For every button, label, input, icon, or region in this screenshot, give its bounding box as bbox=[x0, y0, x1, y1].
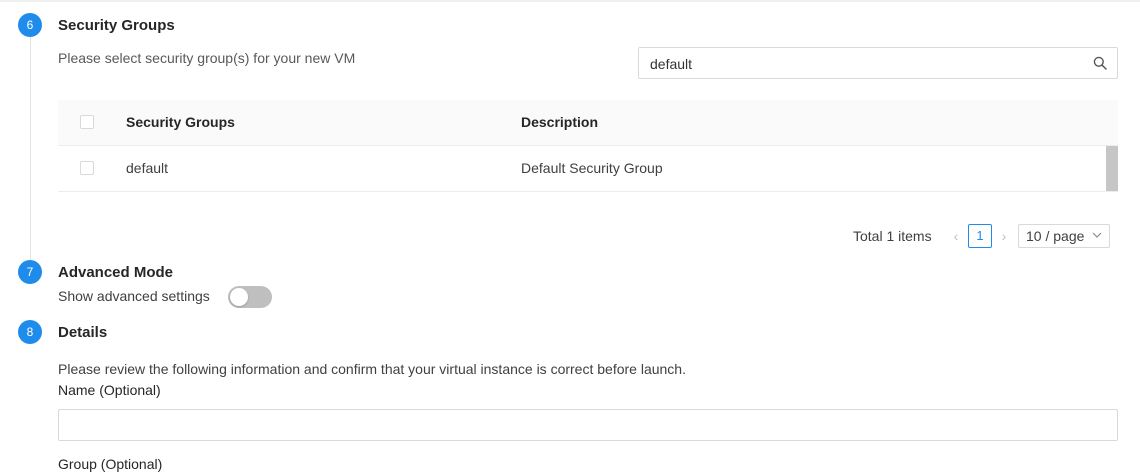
security-groups-table: Security Groups Description default Defa… bbox=[58, 100, 1118, 192]
step-number-6: 6 bbox=[18, 13, 42, 37]
pagination-total: Total 1 items bbox=[853, 228, 932, 244]
group-field-label: Group (Optional) bbox=[58, 456, 163, 472]
page-size-select[interactable]: 10 / page bbox=[1018, 224, 1110, 248]
table-row[interactable]: default Default Security Group bbox=[58, 146, 1118, 192]
page-size-value: 10 / page bbox=[1026, 228, 1085, 244]
step-number-7: 7 bbox=[18, 260, 42, 284]
search-value: default bbox=[650, 56, 693, 72]
pagination-page-1[interactable]: 1 bbox=[968, 224, 992, 248]
step-title-advanced-mode: Advanced Mode bbox=[58, 264, 174, 281]
table-header: Security Groups Description bbox=[58, 100, 1118, 146]
step-number-8: 8 bbox=[18, 320, 42, 344]
step-rail bbox=[30, 37, 31, 260]
security-groups-hint: Please select security group(s) for your… bbox=[58, 50, 356, 66]
search-icon[interactable] bbox=[1093, 56, 1107, 70]
cell-security-group-name: default bbox=[126, 160, 169, 176]
chevron-down-icon bbox=[1092, 232, 1102, 238]
row-checkbox[interactable] bbox=[80, 161, 94, 175]
select-all-checkbox[interactable] bbox=[80, 115, 94, 129]
column-header-description: Description bbox=[521, 114, 599, 130]
name-field-label: Name (Optional) bbox=[58, 382, 161, 398]
cell-description: Default Security Group bbox=[521, 160, 663, 176]
advanced-settings-toggle[interactable] bbox=[228, 286, 272, 308]
chevron-left-icon[interactable]: ‹ bbox=[949, 224, 963, 248]
advanced-settings-label: Show advanced settings bbox=[58, 288, 210, 304]
step-title-details: Details bbox=[58, 324, 108, 341]
table-scrollbar[interactable] bbox=[1106, 146, 1118, 191]
column-header-security-groups: Security Groups bbox=[126, 114, 235, 130]
step-title-security-groups: Security Groups bbox=[58, 17, 175, 34]
chevron-right-icon[interactable]: › bbox=[997, 224, 1011, 248]
name-field[interactable] bbox=[58, 409, 1118, 441]
details-hint: Please review the following information … bbox=[58, 361, 686, 377]
security-group-search-input[interactable]: default bbox=[638, 47, 1118, 79]
top-divider bbox=[0, 0, 1140, 2]
toggle-knob bbox=[230, 288, 248, 306]
